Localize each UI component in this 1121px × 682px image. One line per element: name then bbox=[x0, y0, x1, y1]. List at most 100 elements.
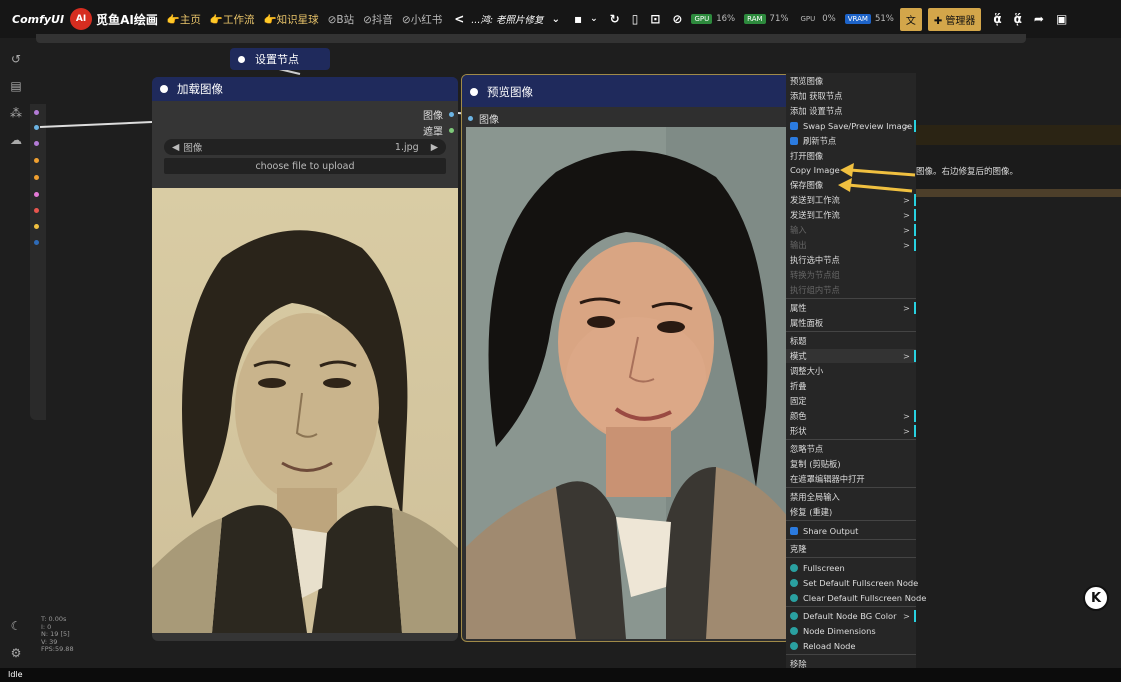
menu-item-properties[interactable]: 属性 > bbox=[786, 301, 916, 315]
submenu-arrow-icon: > bbox=[903, 210, 910, 220]
menu-item-save-image[interactable]: 保存图像 bbox=[786, 178, 916, 192]
upload-label: choose file to upload bbox=[255, 160, 355, 172]
menu-item-share-output[interactable]: Share Output bbox=[786, 524, 916, 538]
menu-item-label: 输入 bbox=[790, 225, 807, 235]
menu-item-label: 标题 bbox=[790, 336, 807, 346]
menu-item-label: 修复 (重建) bbox=[790, 507, 833, 517]
load-image-node[interactable]: 加载图像 图像 遮罩 ◀ 图像 1.jpg ▶ choose file to u… bbox=[152, 77, 458, 641]
menu-item-open-mask-editor[interactable]: 在遮罩编辑器中打开 bbox=[786, 472, 916, 486]
comfyui-canvas[interactable]: ComfyUI AI 觅鱼AI绘画 👉主页 👉工作流 👉知识星球 ⊘B站 ⊘抖音… bbox=[0, 0, 1121, 682]
submenu-edge bbox=[914, 224, 916, 236]
load-image-title: 加载图像 bbox=[177, 82, 223, 96]
menu-separator bbox=[786, 606, 916, 607]
set-fullscreen-icon bbox=[790, 579, 798, 587]
menu-item-title: 预览图像 bbox=[786, 74, 916, 88]
load-image-header[interactable]: 加载图像 bbox=[152, 77, 458, 101]
menu-separator bbox=[786, 654, 916, 655]
preview-image-node[interactable]: 预览图像 图像 bbox=[461, 74, 791, 642]
menu-item-label: 执行选中节点 bbox=[790, 255, 840, 265]
output-image[interactable]: 图像 bbox=[423, 107, 454, 122]
menu-item-bypass[interactable]: 忽略节点 bbox=[786, 442, 916, 456]
menu-item-node-dimensions[interactable]: Node Dimensions bbox=[786, 624, 916, 638]
menu-item-label: 禁用全局输入 bbox=[790, 492, 840, 502]
submenu-arrow-icon: > bbox=[903, 411, 910, 421]
menu-separator bbox=[786, 298, 916, 299]
menu-item-title[interactable]: 标题 bbox=[786, 334, 916, 348]
menu-item-clone[interactable]: 克隆 bbox=[786, 542, 916, 556]
set-node-title: 设置节点 bbox=[255, 53, 299, 66]
menu-item-properties-panel[interactable]: 属性面板 bbox=[786, 316, 916, 330]
menu-item-label: 模式 bbox=[790, 351, 807, 361]
submenu-edge bbox=[914, 425, 916, 437]
menu-item-reload-node[interactable]: Reload Node bbox=[786, 639, 916, 653]
menu-item-label: 预览图像 bbox=[790, 76, 824, 86]
menu-item-clear-default-fullscreen[interactable]: Clear Default Fullscreen Node bbox=[786, 591, 926, 605]
menu-item-colors[interactable]: 颜色 > bbox=[786, 409, 916, 423]
share-output-icon bbox=[790, 527, 798, 535]
menu-item-convert-to-group-node: 转换为节点组 bbox=[786, 268, 916, 282]
menu-item-add-set-node[interactable]: 添加 设置节点 bbox=[786, 104, 916, 118]
menu-item-default-node-bg-color[interactable]: Default Node BG Color > bbox=[786, 609, 916, 623]
input-slot-dot[interactable] bbox=[468, 116, 473, 121]
menu-item-label: 发送到工作流 bbox=[790, 210, 840, 220]
stat-fps: FPS:59.88 bbox=[41, 645, 74, 653]
output-slot-dot[interactable] bbox=[449, 128, 454, 133]
menu-item-pin[interactable]: 固定 bbox=[786, 394, 916, 408]
image-combo-widget[interactable]: ◀ 图像 1.jpg ▶ bbox=[164, 139, 446, 155]
menu-item-label: 转换为节点组 bbox=[790, 270, 840, 280]
menu-item-resize[interactable]: 调整大小 bbox=[786, 364, 916, 378]
menu-item-copy-image[interactable]: Copy Image bbox=[786, 163, 916, 177]
menu-item-outputs: 输出 > bbox=[786, 238, 916, 252]
menu-item-label: Default Node BG Color bbox=[803, 611, 897, 621]
menu-item-fix-recreate[interactable]: 修复 (重建) bbox=[786, 505, 916, 519]
input-image[interactable]: 图像 bbox=[468, 111, 499, 126]
menu-item-label: 发送到工作流 bbox=[790, 195, 840, 205]
submenu-arrow-icon: > bbox=[903, 303, 910, 313]
arrow-left-icon[interactable]: ◀ bbox=[172, 142, 179, 153]
dimensions-icon bbox=[790, 627, 798, 635]
menu-item-set-default-fullscreen[interactable]: Set Default Fullscreen Node bbox=[786, 576, 919, 590]
k-badge-icon[interactable]: K bbox=[1083, 585, 1109, 611]
refresh-node-icon bbox=[790, 137, 798, 145]
preview-image-header[interactable]: 预览图像 bbox=[462, 75, 790, 107]
swap-icon bbox=[790, 122, 798, 130]
submenu-edge bbox=[914, 194, 916, 206]
note-node[interactable]: 图像。右边修复后的图像。 bbox=[910, 125, 1121, 197]
menu-item-copy-clipspace[interactable]: 复制 (剪贴板) bbox=[786, 457, 916, 471]
menu-item-label: Swap Save/Preview Image bbox=[803, 121, 913, 131]
menu-item-run-selected[interactable]: 执行选中节点 bbox=[786, 253, 916, 267]
note-node-footer bbox=[910, 189, 1121, 197]
image-widget-label: 图像 bbox=[183, 143, 203, 154]
menu-item-fullscreen[interactable]: Fullscreen bbox=[786, 561, 916, 575]
menu-item-label: 形状 bbox=[790, 426, 807, 436]
menu-item-label: 固定 bbox=[790, 396, 807, 406]
set-node[interactable]: 设置节点 bbox=[230, 48, 330, 70]
output-mask[interactable]: 遮罩 bbox=[423, 123, 454, 138]
menu-item-swap-save-preview[interactable]: Swap Save/Preview Image > bbox=[786, 119, 916, 133]
menu-item-label: Copy Image bbox=[790, 165, 840, 175]
submenu-arrow-icon: > bbox=[903, 240, 910, 250]
menu-item-label: 克隆 bbox=[790, 544, 807, 554]
status-text: Idle bbox=[8, 670, 23, 679]
node-dot bbox=[160, 85, 168, 93]
menu-item-send-to-workflow-2[interactable]: 发送到工作流 > bbox=[786, 208, 916, 222]
output-slot-dot[interactable] bbox=[449, 112, 454, 117]
menu-item-collapse[interactable]: 折叠 bbox=[786, 379, 916, 393]
menu-item-label: Set Default Fullscreen Node bbox=[803, 578, 919, 588]
submenu-arrow-icon: > bbox=[903, 351, 910, 361]
arrow-right-icon[interactable]: ▶ bbox=[431, 142, 438, 153]
menu-item-mode[interactable]: 模式 > bbox=[786, 349, 916, 363]
reload-icon bbox=[790, 642, 798, 650]
note-node-header[interactable] bbox=[910, 125, 1121, 145]
submenu-edge bbox=[914, 239, 916, 251]
submenu-arrow-icon: > bbox=[903, 121, 910, 131]
upload-button[interactable]: choose file to upload bbox=[164, 158, 446, 174]
menu-item-add-get-node[interactable]: 添加 获取节点 bbox=[786, 89, 916, 103]
bg-color-icon bbox=[790, 612, 798, 620]
menu-item-disable-global-input[interactable]: 禁用全局输入 bbox=[786, 490, 916, 504]
menu-item-send-to-workflow[interactable]: 发送到工作流 > bbox=[786, 193, 916, 207]
menu-item-open-image[interactable]: 打开图像 bbox=[786, 149, 916, 163]
menu-item-refresh-node[interactable]: 刷新节点 bbox=[786, 134, 916, 148]
context-menu: 预览图像 添加 获取节点 添加 设置节点 Swap Save/Preview I… bbox=[786, 73, 926, 673]
menu-item-shapes[interactable]: 形状 > bbox=[786, 424, 916, 438]
